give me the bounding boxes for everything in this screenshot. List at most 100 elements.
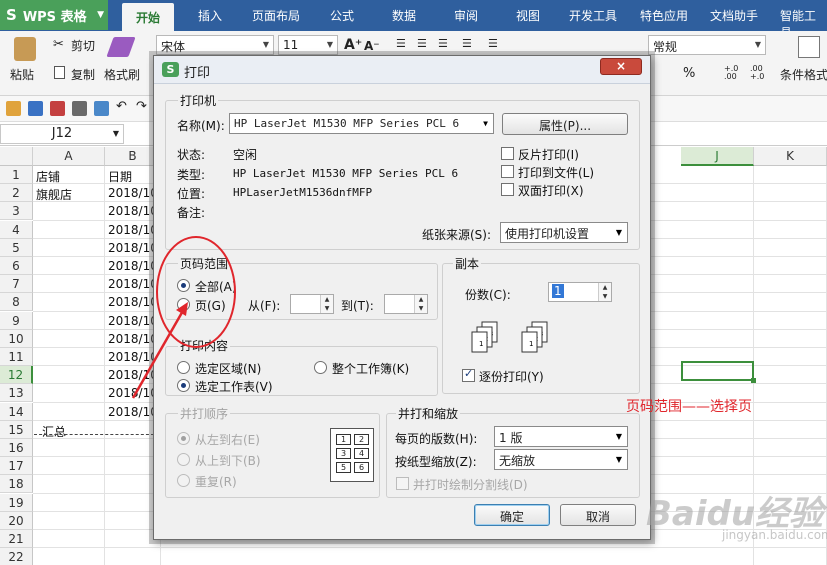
cut-button[interactable]: 剪切: [71, 37, 95, 54]
cancel-button[interactable]: 取消: [560, 504, 636, 526]
redo-icon[interactable]: ↷: [136, 99, 151, 114]
ok-button[interactable]: 确定: [474, 504, 550, 526]
copy-button[interactable]: 复制: [71, 66, 95, 83]
cell-b2[interactable]: 2018/10: [108, 186, 158, 200]
reverse-print-label[interactable]: 反片打印(I): [518, 146, 579, 163]
outdent-icon[interactable]: ☰: [488, 37, 498, 50]
cell-b14[interactable]: 2018/10: [108, 405, 158, 419]
cell-b6[interactable]: 2018/10: [108, 259, 158, 273]
row-header-11[interactable]: 11: [0, 348, 33, 366]
draw-divider-checkbox[interactable]: [396, 477, 409, 490]
save-icon[interactable]: [28, 101, 43, 116]
column-header-k[interactable]: K: [754, 147, 827, 166]
collate-label[interactable]: 逐份打印(Y): [479, 368, 544, 385]
cell-b8[interactable]: 2018/10: [108, 295, 158, 309]
row-header-8[interactable]: 8: [0, 293, 33, 312]
selection-radio[interactable]: [177, 361, 190, 374]
pages-per-sheet-select[interactable]: 1 版 ▼: [494, 426, 628, 447]
printer-name-select[interactable]: HP LaserJet M1530 MFP Series PCL 6 ▼: [229, 113, 494, 134]
print-to-file-checkbox[interactable]: [501, 165, 514, 178]
active-cell-j12[interactable]: [681, 361, 756, 383]
decrease-decimal-icon[interactable]: .00 +.0: [750, 65, 764, 81]
cell-b11[interactable]: 2018/10: [108, 350, 158, 364]
decrease-font-icon[interactable]: A⁻: [364, 39, 380, 53]
cell-b12[interactable]: 2018/10: [108, 368, 158, 382]
tab-view[interactable]: 视图: [516, 7, 540, 24]
row-header-16[interactable]: 16: [0, 439, 33, 457]
repeat-label[interactable]: 重复(R): [195, 473, 237, 490]
scale-select[interactable]: 无缩放 ▼: [494, 449, 628, 470]
paste-button[interactable]: 粘贴: [10, 66, 34, 83]
close-button[interactable]: ×: [600, 58, 642, 75]
row-header-17[interactable]: 17: [0, 457, 33, 476]
undo-icon[interactable]: ↶: [116, 99, 131, 114]
cell-b1[interactable]: 日期: [108, 168, 132, 185]
workbook-radio[interactable]: [314, 361, 327, 374]
draw-divider-label[interactable]: 并打时绘制分割线(D): [413, 476, 528, 493]
cell-b4[interactable]: 2018/10: [108, 223, 158, 237]
tab-developer[interactable]: 开发工具: [569, 7, 617, 24]
tab-features[interactable]: 特色应用: [640, 7, 688, 24]
row-header-19[interactable]: 19: [0, 493, 33, 512]
print-icon[interactable]: [72, 101, 87, 116]
row-header-14[interactable]: 14: [0, 402, 33, 421]
row-header-5[interactable]: 5: [0, 238, 33, 257]
number-format-select[interactable]: 常规 ▼: [648, 35, 766, 55]
workbook-label[interactable]: 整个工作簿(K): [332, 360, 409, 377]
row-header-4[interactable]: 4: [0, 220, 33, 239]
row-header-9[interactable]: 9: [0, 311, 33, 330]
reverse-print-checkbox[interactable]: [501, 147, 514, 160]
active-sheet-radio[interactable]: [177, 379, 190, 392]
select-all-corner[interactable]: [0, 147, 33, 166]
top-to-bottom-radio[interactable]: [177, 453, 190, 466]
left-to-right-label[interactable]: 从左到右(E): [195, 431, 260, 448]
left-to-right-radio[interactable]: [177, 432, 190, 445]
increase-font-icon[interactable]: A⁺: [344, 37, 362, 53]
export-pdf-icon[interactable]: [50, 101, 65, 116]
paper-source-select[interactable]: 使用打印机设置 ▼: [500, 222, 628, 243]
cell-b10[interactable]: 2018/10: [108, 332, 158, 346]
duplex-label[interactable]: 双面打印(X): [518, 182, 584, 199]
printer-properties-button[interactable]: 属性(P)...: [502, 113, 628, 135]
align-bottom-icon[interactable]: ☰: [438, 37, 448, 50]
row-header-2[interactable]: 2: [0, 184, 33, 203]
column-header-a[interactable]: A: [33, 147, 105, 166]
print-to-file-label[interactable]: 打印到文件(L): [518, 164, 594, 181]
tab-review[interactable]: 审阅: [454, 7, 478, 24]
name-box[interactable]: J12 ▼: [0, 124, 124, 144]
cell-b7[interactable]: 2018/10: [108, 277, 158, 291]
row-header-10[interactable]: 10: [0, 329, 33, 348]
font-name-select[interactable]: 宋体 ▼: [156, 35, 274, 55]
print-preview-icon[interactable]: [94, 101, 109, 116]
row-header-7[interactable]: 7: [0, 275, 33, 294]
selection-label[interactable]: 选定区域(N): [195, 360, 261, 377]
tab-home[interactable]: 开始: [122, 3, 175, 31]
copies-count-stepper[interactable]: 1 ▲ ▼: [548, 282, 612, 302]
row-header-1[interactable]: 1: [0, 166, 33, 184]
align-top-icon[interactable]: ☰: [396, 37, 406, 50]
repeat-radio[interactable]: [177, 474, 190, 487]
stepper-arrows-icon[interactable]: ▲ ▼: [320, 295, 333, 313]
row-header-13[interactable]: 13: [0, 384, 33, 403]
collate-checkbox[interactable]: [462, 367, 475, 382]
tab-insert[interactable]: 插入: [198, 7, 222, 24]
tab-data[interactable]: 数据: [392, 7, 416, 24]
cell-b5[interactable]: 2018/10: [108, 241, 158, 255]
cell-a2[interactable]: 旗舰店: [36, 186, 72, 203]
duplex-checkbox[interactable]: [501, 183, 514, 196]
tab-formulas[interactable]: 公式: [330, 7, 354, 24]
paste-icon[interactable]: [14, 37, 36, 61]
row-header-6[interactable]: 6: [0, 257, 33, 275]
dialog-titlebar[interactable]: S 打印 ×: [154, 56, 650, 84]
row-header-21[interactable]: 21: [0, 530, 33, 548]
align-middle-icon[interactable]: ☰: [417, 37, 427, 50]
page-to-stepper[interactable]: ▲ ▼: [384, 294, 428, 314]
indent-icon[interactable]: ☰: [462, 37, 472, 50]
column-header-j[interactable]: J: [681, 147, 754, 166]
row-header-22[interactable]: 22: [0, 548, 33, 565]
cell-a15[interactable]: 汇总: [42, 423, 66, 440]
row-header-20[interactable]: 20: [0, 511, 33, 530]
top-to-bottom-label[interactable]: 从上到下(B): [195, 452, 261, 469]
row-header-15[interactable]: 15: [0, 420, 33, 439]
font-size-select[interactable]: 11 ▼: [278, 35, 338, 55]
